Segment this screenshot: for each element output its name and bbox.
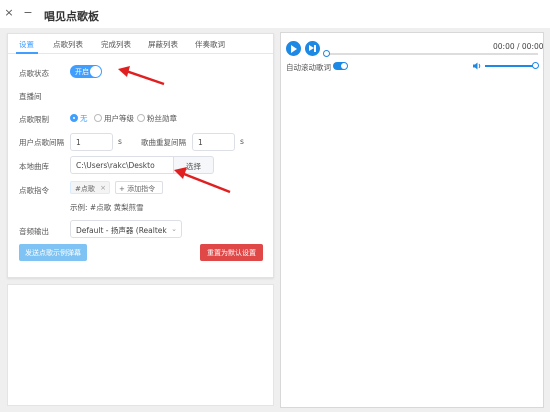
radio-dot: [137, 114, 145, 122]
radio-none[interactable]: 无: [70, 113, 88, 124]
repeat-interval-label: 歌曲重复间隔: [141, 138, 186, 147]
switch-knob: [341, 63, 347, 69]
send-example-danmaku-button[interactable]: 发送点歌示例弹幕: [19, 244, 87, 261]
user-interval-label: 用户点歌间隔: [19, 138, 64, 147]
library-path-input[interactable]: C:\Users\rakc\Deskto: [70, 156, 174, 174]
live-room-label: 直播间: [19, 92, 42, 101]
repeat-interval-input[interactable]: 1: [192, 133, 235, 151]
tab-settings[interactable]: 设置: [19, 39, 34, 50]
app-title: 唱见点歌板: [44, 10, 99, 23]
song-status-switch[interactable]: 开启: [70, 65, 102, 78]
auto-scroll-switch[interactable]: [333, 62, 348, 70]
annotation-arrow-library: [174, 167, 231, 194]
left-lower-panel: [7, 284, 274, 406]
tab-lyrics[interactable]: 伴奏歌词: [195, 39, 225, 50]
volume-icon[interactable]: [472, 61, 482, 71]
song-limit-label: 点歌限制: [19, 115, 49, 124]
progress-bar[interactable]: [325, 53, 538, 55]
switch-text: 开启: [75, 68, 89, 76]
command-tag: #点歌 ×: [70, 181, 110, 194]
tab-song-list[interactable]: 点歌列表: [53, 39, 83, 50]
close-icon[interactable]: ×: [100, 184, 106, 192]
volume-knob[interactable]: [532, 62, 539, 69]
repeat-interval-unit: s: [240, 137, 244, 146]
command-label: 点歌指令: [19, 186, 49, 195]
song-status-label: 点歌状态: [19, 69, 49, 78]
tab-bar: 设置 点歌列表 完成列表 屏蔽列表 伴奏歌词: [8, 34, 273, 54]
tab-completed-list[interactable]: 完成列表: [101, 39, 131, 50]
annotation-arrow-status: [118, 66, 165, 86]
switch-knob: [90, 66, 101, 77]
progress-knob[interactable]: [323, 50, 330, 57]
volume-slider[interactable]: [485, 65, 535, 67]
time-display: 00:00 / 00:00: [493, 42, 544, 51]
title-bar: × − 唱见点歌板: [0, 0, 550, 28]
tab-blocked-list[interactable]: 屏蔽列表: [148, 39, 178, 50]
play-icon[interactable]: [286, 41, 301, 56]
radio-dot: [70, 114, 78, 122]
command-example: 示例: #点歌 黄梨煎雪: [70, 203, 144, 212]
user-interval-unit: s: [118, 137, 122, 146]
radio-user-level[interactable]: 用户等级: [94, 113, 134, 124]
audio-output-label: 音频输出: [19, 227, 49, 236]
radio-fan-medal[interactable]: 粉丝勋章: [137, 113, 177, 124]
player-panel: 00:00 / 00:00 自动滚动歌词: [280, 32, 544, 408]
active-tab-indicator: [16, 52, 38, 54]
auto-scroll-label: 自动滚动歌词: [286, 63, 331, 72]
close-icon[interactable]: ×: [3, 6, 15, 19]
audio-output-select[interactable]: Default - 扬声器 (Realtek ⌄: [70, 220, 182, 238]
radio-dot: [94, 114, 102, 122]
reset-defaults-button[interactable]: 重置为默认设置: [200, 244, 263, 261]
minimize-icon[interactable]: −: [22, 6, 34, 19]
next-icon[interactable]: [305, 41, 320, 56]
user-interval-input[interactable]: 1: [70, 133, 113, 151]
local-library-label: 本地曲库: [19, 162, 49, 171]
add-command-button[interactable]: + 添加指令: [115, 181, 163, 194]
chevron-down-icon: ⌄: [171, 225, 177, 233]
